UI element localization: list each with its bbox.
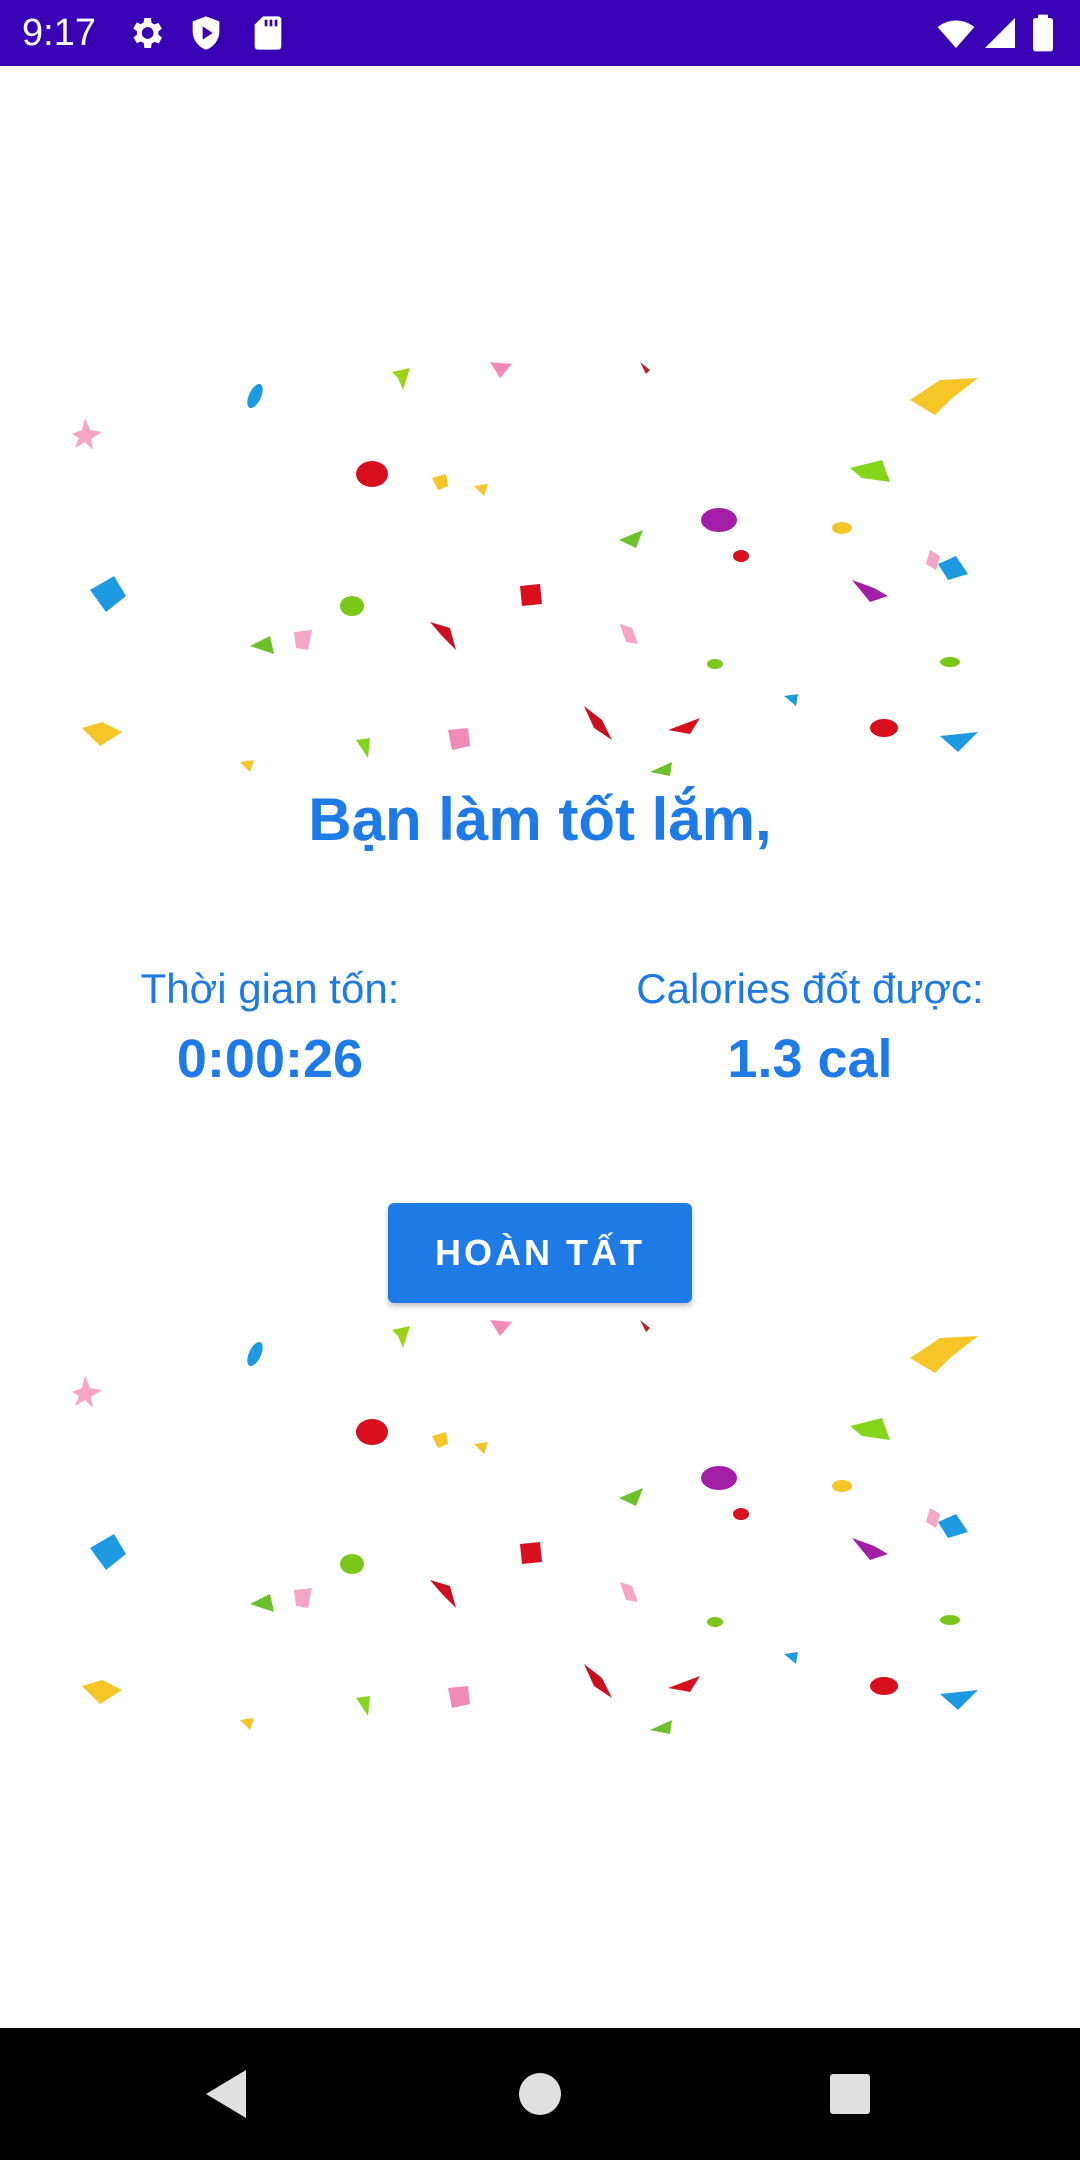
status-time: 9:17: [22, 12, 96, 54]
time-label: Thời gian tốn:: [140, 965, 400, 1012]
back-icon[interactable]: [198, 2064, 258, 2124]
done-button[interactable]: HOÀN TẤT: [388, 1203, 692, 1303]
time-value: 0:00:26: [176, 1029, 364, 1089]
calories-label: Calories đốt được:: [636, 965, 984, 1012]
status-bar: 9:17: [0, 0, 1080, 66]
wifi-icon: [934, 13, 978, 53]
gear-icon: [126, 13, 166, 53]
home-icon[interactable]: [510, 2064, 570, 2124]
calories-stat: Calories đốt được: 1.3 cal: [590, 960, 1030, 1094]
congrats-headline: Bạn làm tốt lắm,: [308, 786, 772, 853]
elapsed-time-stat: Thời gian tốn: 0:00:26: [50, 960, 490, 1094]
battery-icon: [1028, 13, 1058, 53]
sd-card-icon: [248, 13, 288, 53]
recents-icon[interactable]: [820, 2064, 880, 2124]
signal-icon: [982, 13, 1018, 53]
calories-value: 1.3 cal: [727, 1029, 893, 1089]
navigation-bar: [0, 2028, 1080, 2160]
shield-play-icon: [186, 13, 226, 53]
confetti-animation-bottom: [60, 1318, 1010, 1738]
confetti-animation-top: [60, 360, 1010, 780]
